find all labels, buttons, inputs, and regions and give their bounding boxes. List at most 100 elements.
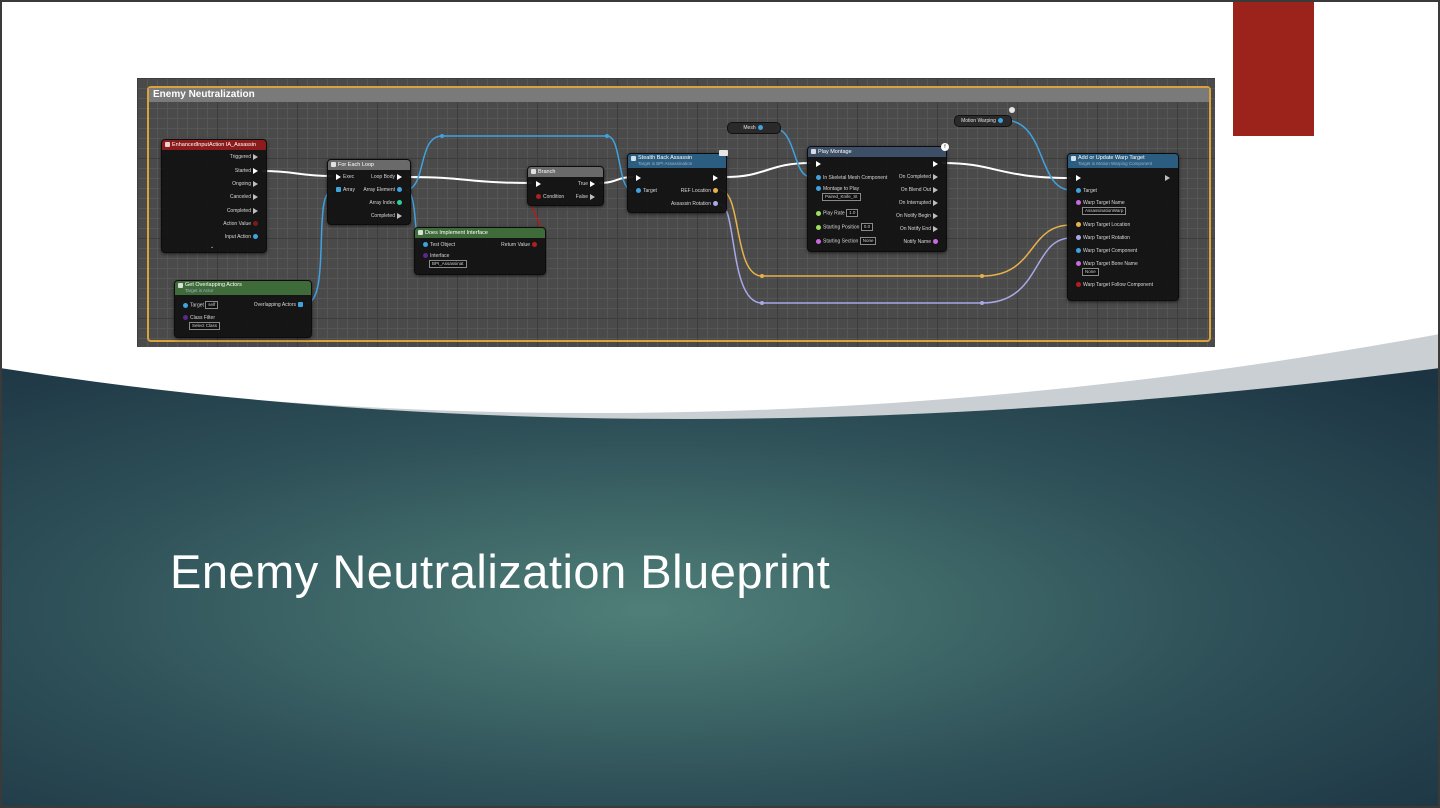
pin-input-action[interactable]: Input Action (225, 233, 260, 241)
pin-exec-out[interactable] (1163, 174, 1172, 182)
pin-ongoing[interactable]: Ongoing (232, 180, 260, 188)
reroute-knot (980, 301, 984, 305)
exec-pin-icon (933, 199, 938, 206)
pin-play-rate[interactable]: Play Rate 1.0 (814, 209, 859, 217)
pin-false[interactable]: False (576, 193, 597, 201)
target-value: self (205, 301, 219, 309)
bool-pin-icon (253, 221, 258, 227)
pin-on-blend-out[interactable]: On Blend Out (901, 186, 940, 194)
pin-starting-section[interactable]: Starting Section None (814, 237, 877, 245)
pin-target[interactable]: Target (1074, 187, 1097, 195)
node-add-or-update-warp-target[interactable]: Add or Update Warp Target Target is Moti… (1067, 153, 1179, 301)
pin-exec[interactable]: Exec (334, 173, 354, 181)
warp-target-name-input[interactable]: AssassinationWarp (1082, 207, 1127, 215)
node-input-action[interactable]: EnhancedInputAction IA_Assassin Triggere… (161, 139, 267, 253)
function-badge: f (941, 143, 949, 151)
node-for-each-loop[interactable]: For Each Loop Exec Array Loop Body Array… (327, 159, 411, 225)
object-wire-mesh (772, 127, 812, 178)
pin-warp-target-location[interactable]: Warp Target Location (1074, 221, 1130, 229)
accent-rectangle (1233, 0, 1314, 136)
expand-chevron-icon[interactable]: ⌄ (210, 243, 214, 251)
exec-pin-icon (536, 180, 541, 187)
exec-pin-icon (397, 212, 402, 219)
exec-wire-montage-warp (941, 162, 1072, 179)
pin-exec-in[interactable] (814, 160, 823, 168)
bool-pin-icon (532, 242, 537, 248)
bool-pin-icon (1076, 282, 1081, 288)
exec-pin-icon (253, 153, 258, 160)
pin-started[interactable]: Started (235, 167, 260, 175)
pin-loop-body[interactable]: Loop Body (371, 173, 404, 181)
exec-pin-icon (933, 160, 938, 167)
pin-array-index[interactable]: Array Index (369, 199, 404, 207)
pin-assassin-rotation[interactable]: Assassin Rotation (671, 200, 720, 208)
pin-canceled[interactable]: Canceled (230, 193, 260, 201)
pin-return-value[interactable]: Return Value (501, 241, 539, 249)
pin-warp-target-follow-component[interactable]: Warp Target Follow Component (1074, 281, 1153, 289)
pin-exec-in[interactable] (534, 180, 543, 188)
pin-true[interactable]: True (578, 180, 597, 188)
pin-ref-location[interactable]: REF Location (681, 187, 720, 195)
pin-completed[interactable]: Completed (227, 207, 260, 215)
branch-icon (531, 169, 536, 174)
pin-exec-in[interactable] (1074, 174, 1083, 182)
pin-target[interactable]: Target self (181, 301, 219, 309)
warp-target-bone-input[interactable]: None (1082, 268, 1099, 276)
node-branch[interactable]: Branch Condition True False (527, 166, 604, 206)
pin-montage-to-play[interactable]: Montage to Play (814, 185, 859, 193)
object-pin-icon (757, 125, 763, 131)
node-subtitle: Target is BPI Assassination (638, 161, 693, 166)
mesh-variable[interactable]: Mesh (727, 122, 781, 134)
pin-overlapping-actors[interactable]: Overlapping Actors (254, 301, 305, 309)
name-pin-icon (1076, 261, 1081, 267)
pin-completed[interactable]: Completed (371, 212, 404, 220)
exec-pin-icon (933, 225, 938, 232)
pin-on-completed[interactable]: On Completed (899, 173, 940, 181)
interface-select[interactable]: BPI_Assassinat (429, 260, 467, 268)
pin-action-value[interactable]: Action Value (223, 220, 260, 228)
pin-on-interrupted[interactable]: On Interrupted (899, 199, 940, 207)
bool-pin-icon (536, 194, 541, 200)
pin-condition[interactable]: Condition (534, 193, 564, 201)
pin-test-object[interactable]: Test Object (421, 241, 455, 249)
montage-asset-select[interactable]: Paired_Knife_St (822, 193, 861, 201)
exec-pin-icon (933, 186, 938, 193)
node-get-overlapping-actors[interactable]: Get Overlapping Actors Target is Actor T… (174, 280, 312, 338)
class-filter-select[interactable]: Select Class (189, 322, 221, 330)
pin-starting-position[interactable]: Starting Position 0.0 (814, 223, 874, 231)
pin-array[interactable]: Array (334, 186, 355, 194)
exec-pin-icon (336, 173, 341, 180)
object-pin-icon (183, 302, 188, 308)
function-icon (178, 283, 183, 288)
pin-warp-target-bone-name[interactable]: Warp Target Bone Name (1074, 260, 1138, 268)
blueprint-screenshot: Enemy Neutralization EnhancedInputAction… (137, 78, 1215, 347)
pin-warp-target-component[interactable]: Warp Target Component (1074, 247, 1137, 255)
node-title: Does Implement Interface (425, 230, 488, 236)
object-pin-icon (397, 187, 402, 193)
pin-exec-out[interactable] (931, 160, 940, 168)
pin-triggered[interactable]: Triggered (230, 153, 260, 161)
pin-array-element[interactable]: Array Element (363, 186, 404, 194)
pin-on-notify-end[interactable]: On Notify End (900, 225, 940, 233)
pin-class-filter[interactable]: Class Filter (181, 314, 215, 322)
pin-exec-in[interactable] (634, 174, 643, 182)
pin-on-notify-begin[interactable]: On Notify Begin (896, 212, 940, 220)
object-pin-icon (816, 186, 821, 192)
exec-pin-icon (816, 160, 821, 167)
object-pin-icon (816, 175, 821, 181)
motion-warping-variable[interactable]: Motion Warping (954, 115, 1012, 127)
vector-pin-icon (713, 188, 718, 194)
pin-in-skeletal-mesh[interactable]: In Skeletal Mesh Component (814, 174, 887, 182)
pin-interface[interactable]: Interface (421, 252, 449, 260)
node-does-implement-interface[interactable]: Does Implement Interface Test Object Ret… (414, 227, 546, 275)
reroute-knot (605, 134, 609, 138)
pin-target[interactable]: Target (634, 187, 657, 195)
pin-warp-target-name[interactable]: Warp Target Name (1074, 199, 1125, 207)
message-icon (631, 156, 636, 161)
pin-warp-target-rotation[interactable]: Warp Target Rotation (1074, 234, 1130, 242)
pin-exec-out[interactable] (711, 174, 720, 182)
node-stealth-back-assassin[interactable]: Stealth Back Assassin Target is BPI Assa… (627, 153, 727, 213)
pin-notify-name[interactable]: Notify Name (903, 238, 940, 246)
exec-pin-icon (1076, 174, 1081, 181)
node-play-montage[interactable]: Play Montage f In Skeletal Mesh Componen… (807, 143, 949, 252)
